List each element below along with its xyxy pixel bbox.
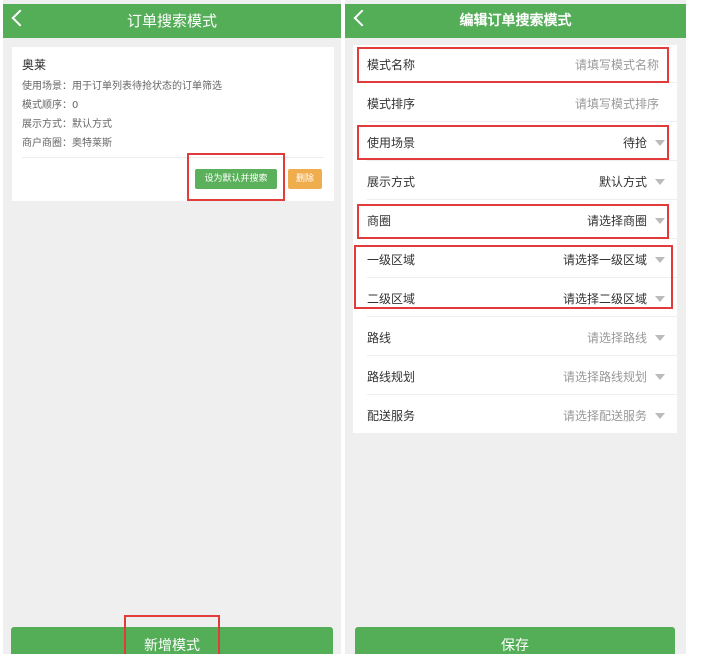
mode-name-input[interactable]: 请填写模式名称 bbox=[575, 56, 659, 73]
divider bbox=[367, 277, 677, 278]
merchant-area-text: 商户商圈：奥特莱斯 bbox=[22, 138, 112, 149]
chevron-down-icon[interactable] bbox=[655, 374, 665, 380]
header-bar: 订单搜索模式 bbox=[3, 4, 341, 38]
field-route[interactable]: 路线 请选择路线 bbox=[353, 318, 677, 356]
field-display-mode[interactable]: 展示方式 默认方式 bbox=[353, 162, 677, 200]
field-route-planning[interactable]: 路线规划 请选择路线规划 bbox=[353, 357, 677, 395]
field-mode-name[interactable]: 模式名称 请填写模式名称 bbox=[353, 45, 677, 83]
field-label: 路线 bbox=[367, 331, 392, 345]
divider bbox=[22, 157, 324, 158]
field-business-area[interactable]: 商圈 请选择商圈 bbox=[353, 201, 677, 239]
field-label: 配送服务 bbox=[367, 409, 416, 423]
usage-scene-text: 使用场景：用于订单列表待抢状态的订单筛选 bbox=[22, 81, 222, 92]
set-default-and-search-button[interactable]: 设为默认并搜索 bbox=[195, 169, 277, 189]
display-mode-text: 展示方式：默认方式 bbox=[22, 119, 112, 130]
chevron-down-icon[interactable] bbox=[655, 296, 665, 302]
order-search-mode-list-screen: 订单搜索模式 奥莱 使用场景：用于订单列表待抢状态的订单筛选 模式顺序：0 展示… bbox=[3, 0, 341, 654]
save-button[interactable]: 保存 bbox=[355, 627, 675, 654]
delivery-service-select[interactable]: 请选择配送服务 bbox=[563, 407, 647, 424]
divider bbox=[367, 316, 677, 317]
edit-order-search-mode-screen: 编辑订单搜索模式 模式名称 请填写模式名称 模式排序 请填写模式排序 使用场景 … bbox=[345, 0, 686, 654]
field-label: 展示方式 bbox=[367, 175, 416, 189]
add-mode-button[interactable]: 新增模式 bbox=[11, 627, 333, 654]
field-mode-order[interactable]: 模式排序 请填写模式排序 bbox=[353, 84, 677, 122]
business-area-select[interactable]: 请选择商圈 bbox=[587, 212, 647, 229]
delete-button[interactable]: 删除 bbox=[288, 169, 322, 189]
field-first-level-region[interactable]: 一级区域 请选择一级区域 bbox=[353, 240, 677, 278]
chevron-down-icon[interactable] bbox=[655, 413, 665, 419]
mode-order-text: 模式顺序：0 bbox=[22, 100, 79, 111]
display-mode-select[interactable]: 默认方式 bbox=[599, 173, 647, 190]
chevron-down-icon[interactable] bbox=[655, 179, 665, 185]
page-title: 订单搜索模式 bbox=[126, 12, 217, 30]
divider bbox=[367, 160, 677, 161]
field-label: 模式排序 bbox=[367, 97, 416, 111]
chevron-down-icon[interactable] bbox=[655, 257, 665, 263]
divider bbox=[367, 238, 677, 239]
page-title: 编辑订单搜索模式 bbox=[459, 13, 572, 29]
field-delivery-service[interactable]: 配送服务 请选择配送服务 bbox=[353, 396, 677, 434]
chevron-down-icon[interactable] bbox=[655, 218, 665, 224]
field-label: 一级区域 bbox=[367, 253, 416, 267]
header-bar: 编辑订单搜索模式 bbox=[345, 4, 686, 38]
route-select[interactable]: 请选择路线 bbox=[587, 329, 647, 346]
divider bbox=[367, 394, 677, 395]
chevron-down-icon[interactable] bbox=[655, 335, 665, 341]
mode-edit-form: 模式名称 请填写模式名称 模式排序 请填写模式排序 使用场景 待抢 展示方式 默… bbox=[353, 45, 677, 433]
mode-order-input[interactable]: 请填写模式排序 bbox=[575, 95, 659, 112]
field-label: 商圈 bbox=[367, 214, 392, 228]
mode-name: 奥莱 bbox=[22, 58, 47, 72]
divider bbox=[367, 82, 677, 83]
chevron-down-icon[interactable] bbox=[655, 140, 665, 146]
field-label: 二级区域 bbox=[367, 292, 416, 306]
field-usage-scene[interactable]: 使用场景 待抢 bbox=[353, 123, 677, 161]
divider bbox=[367, 121, 677, 122]
divider bbox=[367, 355, 677, 356]
second-level-region-select[interactable]: 请选择二级区域 bbox=[563, 290, 647, 307]
field-label: 模式名称 bbox=[367, 58, 416, 72]
divider bbox=[367, 199, 677, 200]
usage-scene-select[interactable]: 待抢 bbox=[623, 134, 647, 151]
route-planning-select[interactable]: 请选择路线规划 bbox=[563, 368, 647, 385]
field-label: 路线规划 bbox=[367, 370, 416, 384]
search-mode-card: 奥莱 使用场景：用于订单列表待抢状态的订单筛选 模式顺序：0 展示方式：默认方式… bbox=[12, 47, 334, 201]
first-level-region-select[interactable]: 请选择一级区域 bbox=[563, 251, 647, 268]
field-label: 使用场景 bbox=[367, 136, 416, 150]
field-second-level-region[interactable]: 二级区域 请选择二级区域 bbox=[353, 279, 677, 317]
